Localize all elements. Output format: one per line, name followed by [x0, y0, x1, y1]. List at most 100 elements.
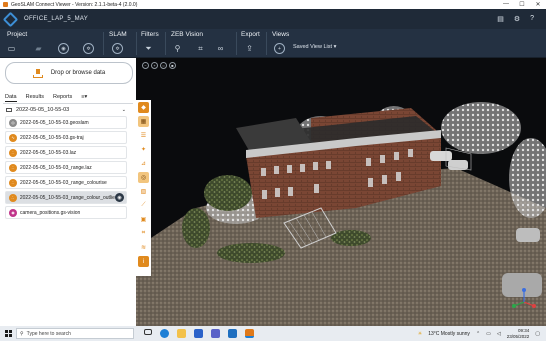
camera-icon[interactable]: ◎: [138, 172, 149, 183]
edge-icon[interactable]: [160, 329, 169, 338]
window-controls: — ☐ ✕: [498, 1, 546, 8]
ribbon-toolbar: Project ▭ ▰ ◉ ✲ SLAM ✲ Filters ⏷ ZEB Vis…: [0, 29, 546, 58]
outlook-icon[interactable]: [228, 329, 237, 338]
folder-name: 2022-05-05_10-55-03: [16, 107, 70, 113]
ribbon-group-export: Export: [241, 31, 260, 38]
help-icon[interactable]: ?: [530, 15, 534, 23]
save-view-icon[interactable]: +: [274, 43, 285, 54]
file-item[interactable]: ∴ 2022-05-05_10-55-03_range_colourise: [5, 176, 127, 189]
minimize-button[interactable]: —: [498, 1, 514, 8]
settings-gear-icon[interactable]: ⚙: [514, 15, 520, 23]
date: 23/05/2022: [506, 333, 530, 339]
point-cloud-viewport[interactable]: − + ○ ■: [136, 58, 546, 326]
file-item-selected[interactable]: ∴ 2022-05-05_10-55-03_range_colour_outli…: [5, 191, 127, 204]
file-name: 2022-05-05_10-55-03.laz: [20, 149, 77, 156]
camera-link-icon[interactable]: ∞: [215, 43, 226, 54]
lightbulb-icon[interactable]: ✦: [138, 144, 149, 155]
file-item[interactable]: ∿ 2022-05-05_10-55-03.gs-traj: [5, 131, 127, 144]
layers-icon[interactable]: ≋: [138, 242, 149, 253]
process-icon[interactable]: ◉: [58, 43, 69, 54]
header-actions: ▤ ⚙ ?: [497, 15, 534, 23]
notifications-icon[interactable]: ▢: [535, 331, 540, 337]
geoslam-logo: [0, 9, 20, 29]
document-icon[interactable]: ▤: [497, 15, 504, 23]
ribbon-group-views: Views: [272, 31, 290, 38]
file-name: 2022-05-05_10-55-03_range_colourise: [20, 179, 107, 186]
tab-divider: [3, 103, 133, 104]
task-view-icon[interactable]: [144, 329, 152, 335]
system-tray: ☀ 13°C Mostly sunny ⌃ ▭ ◁ 09:34 23/05/20…: [418, 328, 540, 340]
clip-box-icon[interactable]: ▣: [138, 214, 149, 225]
settings-icon[interactable]: ✲: [83, 43, 94, 54]
download-icon: [32, 68, 43, 78]
clock[interactable]: 09:34 23/05/2022: [507, 328, 530, 340]
new-project-icon[interactable]: ▭: [6, 43, 17, 54]
close-button[interactable]: ✕: [530, 1, 546, 8]
measure-icon[interactable]: ⊿: [138, 158, 149, 169]
project-name: OFFICE_LAP_5_MAY: [24, 16, 89, 22]
crop-icon[interactable]: ⌗: [195, 43, 206, 54]
file-explorer-icon[interactable]: [177, 329, 186, 338]
filter-icon[interactable]: ⏷: [143, 43, 154, 54]
grid-icon[interactable]: ▦: [138, 116, 149, 127]
geoslam-taskbar-icon[interactable]: [245, 329, 254, 338]
window-title: GeoSLAM Connect Viewer - Version: 2.1.1-…: [11, 1, 138, 8]
reset-view-icon[interactable]: ○: [160, 62, 167, 69]
file-name: 2022-05-05_10-55-03_range.laz: [20, 164, 92, 171]
saved-view-list-label: Saved View List: [293, 44, 333, 50]
tab-data[interactable]: Data: [5, 94, 17, 102]
store-icon[interactable]: [194, 329, 203, 338]
dataset-folder[interactable]: 2022-05-05_10-55-03 ⌄: [6, 107, 126, 113]
slam-process-icon[interactable]: ✲: [112, 43, 123, 54]
saved-view-list-dropdown[interactable]: Saved View List ▾: [293, 44, 336, 50]
maximize-button[interactable]: ☐: [514, 1, 530, 8]
pointcloud-file-icon: ∴: [9, 193, 17, 202]
taskbar-apps: [144, 329, 254, 338]
drop-zone[interactable]: Drop or browse data: [5, 62, 133, 84]
window-titlebar: GeoSLAM Connect Viewer - Version: 2.1.1-…: [0, 0, 546, 9]
file-name: camera_positions.gs-vision: [20, 209, 81, 216]
weather-text[interactable]: 13°C Mostly sunny: [428, 331, 470, 337]
info-icon[interactable]: i: [138, 256, 149, 267]
tab-results[interactable]: Results: [26, 94, 44, 102]
tray-arrow-icon[interactable]: ⌃: [476, 331, 480, 337]
open-folder-icon[interactable]: ▰: [33, 43, 44, 54]
file-item[interactable]: ∴ 2022-05-05_10-55-03.laz: [5, 146, 127, 159]
windows-taskbar: ⚲ Type here to search ☀ 13°C Mostly sunn…: [0, 326, 546, 341]
file-item[interactable]: ∴ 2022-05-05_10-55-03_range.laz: [5, 161, 127, 174]
file-item[interactable]: ◎ 2022-05-05_10-55-03.geoslam: [5, 116, 127, 129]
viewer-tool-strip: ◆ ▦ ☰ ✦ ⊿ ◎ ▧ ⟋ ▣ ⌗ ≋ i: [136, 100, 151, 276]
ruler-icon[interactable]: ⟋: [138, 200, 149, 211]
file-name: 2022-05-05_10-55-03.gs-traj: [20, 134, 84, 141]
section-icon[interactable]: ▧: [138, 186, 149, 197]
ribbon-group-zeb-vision: ZEB Vision: [171, 31, 204, 38]
app-icon: [3, 2, 8, 7]
pin-icon[interactable]: ⚲: [172, 43, 183, 54]
stop-icon[interactable]: ■: [169, 62, 176, 69]
search-icon: ⚲: [20, 330, 24, 337]
teams-icon[interactable]: [211, 329, 220, 338]
ribbon-group-filters: Filters: [141, 31, 159, 38]
tab-reports[interactable]: Reports: [53, 94, 72, 102]
tab-menu[interactable]: ≡▾: [81, 94, 87, 102]
windows-start-icon[interactable]: [0, 326, 16, 341]
folder-icon: [6, 108, 12, 112]
taskbar-search-input[interactable]: ⚲ Type here to search: [16, 328, 134, 339]
ribbon-group-project: Project: [7, 31, 28, 38]
file-name: 2022-05-05_10-55-03.geoslam: [20, 119, 89, 126]
cube-view-icon[interactable]: ◆: [138, 102, 149, 113]
visibility-eye-icon[interactable]: ◉: [115, 193, 124, 202]
panel-tabs: Data Results Reports ≡▾: [5, 94, 87, 102]
trajectory-file-icon: ∿: [9, 133, 17, 142]
zoom-in-icon[interactable]: +: [151, 62, 158, 69]
network-icon[interactable]: ▭: [486, 331, 491, 337]
file-name: 2022-05-05_10-55-03_range_colour_outlier: [19, 194, 116, 201]
file-item[interactable]: ◉ camera_positions.gs-vision: [5, 206, 127, 219]
crop-tool-icon[interactable]: ⌗: [138, 228, 149, 239]
volume-icon[interactable]: ◁: [497, 331, 501, 337]
list-view-icon[interactable]: ☰: [138, 130, 149, 141]
chevron-down-icon[interactable]: ⌄: [122, 107, 126, 113]
weather-icon[interactable]: ☀: [418, 331, 422, 337]
zoom-out-icon[interactable]: −: [142, 62, 149, 69]
export-icon[interactable]: ⇪: [244, 43, 255, 54]
